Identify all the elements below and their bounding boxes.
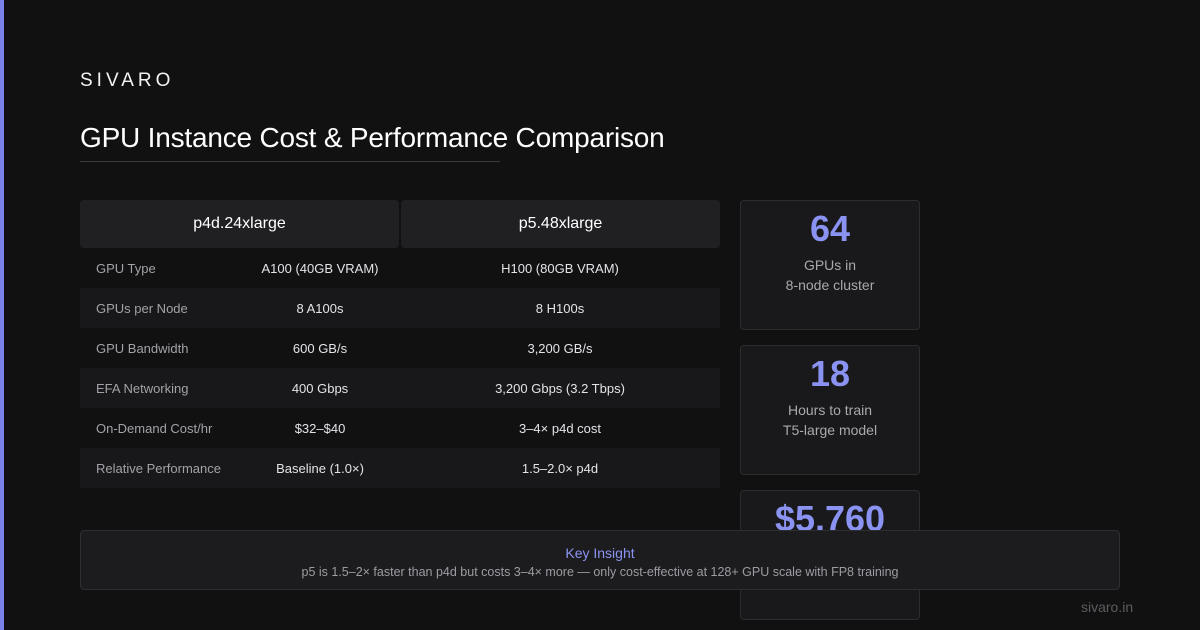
row-label: GPUs per Node xyxy=(96,301,188,316)
row-label: EFA Networking xyxy=(96,381,189,396)
p5-value: 3–4× p4d cost xyxy=(518,421,602,436)
insight-text: p5 is 1.5–2× faster than p4d but costs 3… xyxy=(301,565,899,579)
page-title: GPU Instance Cost & Performance Comparis… xyxy=(80,122,665,153)
stat-caption-line: GPUs in xyxy=(803,257,857,273)
stat-caption: Hours to train T5-large model xyxy=(741,400,919,440)
column-header-p4d: p4d.24xlarge xyxy=(80,200,399,248)
stat-caption: GPUs in 8-node cluster xyxy=(741,255,919,295)
table-row: GPU Bandwidth 600 GB/s 3,200 GB/s xyxy=(80,328,720,368)
p4d-value: 400 Gbps xyxy=(291,381,349,396)
p4d-value: A100 (40GB VRAM) xyxy=(261,261,379,276)
insight-heading: Key Insight xyxy=(565,545,635,561)
p4d-value: 600 GB/s xyxy=(292,341,348,356)
stat-caption-line: 8-node cluster xyxy=(785,277,875,293)
comparison-table: p4d.24xlarge p5.48xlarge GPU Type A100 (… xyxy=(80,200,720,488)
stat-value: 18 xyxy=(809,353,851,394)
footer-url: sivaro.in xyxy=(1081,599,1134,615)
title-underline xyxy=(80,161,500,162)
key-insight-callout: Key Insight p5 is 1.5–2× faster than p4d… xyxy=(80,530,1120,590)
p4d-value: 8 A100s xyxy=(296,301,344,316)
row-label: GPU Bandwidth xyxy=(96,341,189,356)
stat-card-gpus: 64 GPUs in 8-node cluster xyxy=(740,200,920,330)
p5-value: H100 (80GB VRAM) xyxy=(501,261,619,276)
row-label: GPU Type xyxy=(96,261,156,276)
table-row: Relative Performance Baseline (1.0×) 1.5… xyxy=(80,448,720,488)
slide: SIVARO GPU Instance Cost & Performance C… xyxy=(0,0,1200,630)
table-row: GPU Type A100 (40GB VRAM) H100 (80GB VRA… xyxy=(80,248,720,288)
table-row: GPUs per Node 8 A100s 8 H100s xyxy=(80,288,720,328)
stat-caption-line: Hours to train xyxy=(787,402,873,418)
p5-value: 3,200 GB/s xyxy=(527,341,593,356)
accent-bar xyxy=(0,0,4,630)
column-header-p5: p5.48xlarge xyxy=(401,200,720,248)
brand-logo: SIVARO xyxy=(80,70,175,91)
row-label: On-Demand Cost/hr xyxy=(96,421,213,436)
row-label: Relative Performance xyxy=(96,461,221,476)
table-row: EFA Networking 400 Gbps 3,200 Gbps (3.2 … xyxy=(80,368,720,408)
p4d-value: $32–$40 xyxy=(294,421,346,436)
stat-caption-line: T5-large model xyxy=(782,422,878,438)
table-row: On-Demand Cost/hr $32–$40 3–4× p4d cost xyxy=(80,408,720,448)
table-header: p4d.24xlarge p5.48xlarge xyxy=(80,200,720,248)
stat-value: 64 xyxy=(809,208,851,249)
stat-card-hours: 18 Hours to train T5-large model xyxy=(740,345,920,475)
p5-value: 1.5–2.0× p4d xyxy=(521,461,599,476)
p4d-value: Baseline (1.0×) xyxy=(276,461,364,476)
p5-value: 3,200 Gbps (3.2 Tbps) xyxy=(495,381,625,396)
p5-value: 8 H100s xyxy=(535,301,585,316)
